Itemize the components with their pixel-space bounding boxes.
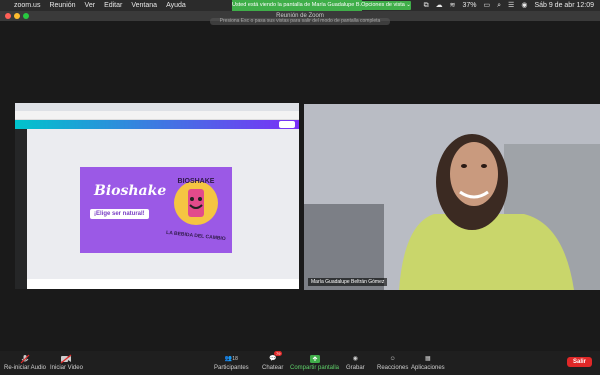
window-controls [5, 13, 29, 19]
reactions-button[interactable]: ☺ Reacciones [377, 353, 409, 372]
participant-image [304, 104, 600, 290]
cloud-icon[interactable]: ☁ [436, 0, 443, 11]
reactions-label: Reacciones [377, 365, 409, 371]
canva-editor: Bioshake ¡Elige ser natural! BIOSHAKE LA… [15, 129, 299, 289]
participant-name: María Guadalupe Beltrán Gómez [308, 278, 388, 286]
leave-button[interactable]: Salir [566, 357, 592, 367]
participants-button[interactable]: 👥 18 Participantes [214, 353, 249, 372]
zoom-window-button[interactable] [23, 13, 29, 19]
record-label: Grabar [346, 365, 365, 371]
chat-label: Chatear [262, 365, 284, 371]
record-button[interactable]: ◉ Grabar [346, 353, 365, 371]
browser-url-bar [15, 111, 299, 120]
minimize-window-button[interactable] [14, 13, 20, 19]
bioshake-logo-icon: BIOSHAKE [174, 178, 218, 225]
logo-text: BIOSHAKE [178, 178, 215, 185]
fullscreen-hint: Presiona Esc o pasa sus vistas para sali… [210, 18, 390, 25]
meeting-toolbar: Re-iniciar Audio Iniciar Video 👥 18 Parti… [0, 351, 600, 375]
browser-tabs [15, 103, 299, 111]
canva-header [15, 120, 299, 129]
menu-zoom-us[interactable]: zoom.us [14, 0, 40, 11]
menu-ver[interactable]: Ver [85, 0, 96, 11]
slide-tagline: ¡Elige ser natural! [90, 209, 149, 219]
slide-brand: Bioshake [94, 183, 167, 199]
sharing-banner: Usted está viendo la pantalla de María G… [232, 0, 362, 11]
audio-label: Re-iniciar Audio [4, 365, 47, 371]
canva-sidebar [15, 129, 27, 289]
battery-icon[interactable]: ▭ [484, 0, 491, 11]
screen-share-icon[interactable]: ⧉ [424, 0, 429, 11]
video-label: Iniciar Video [50, 365, 83, 371]
siri-icon[interactable]: ◉ [521, 0, 527, 11]
view-options-button[interactable]: Opciones de vista ⌄ [361, 1, 411, 10]
search-icon[interactable]: ⌕ [497, 0, 501, 11]
menu-ventana[interactable]: Ventana [131, 0, 157, 11]
presentation-slide: Bioshake ¡Elige ser natural! BIOSHAKE LA… [80, 167, 232, 253]
video-button[interactable]: Iniciar Video [50, 353, 83, 371]
share-screen-icon [309, 353, 320, 364]
reactions-icon: ☺ [389, 355, 396, 362]
chat-icon: 💬 [268, 356, 277, 362]
battery-percent: 37% [462, 2, 477, 9]
share-screen-label: Compartir pantalla [290, 365, 340, 371]
slide-subtitle: LA BEBIDA DEL CAMBIO [165, 229, 226, 243]
apps-label: Aplicaciones [411, 365, 445, 371]
participants-icon: 👥 18 [224, 355, 238, 363]
control-center-icon[interactable]: ☰ [508, 0, 514, 11]
record-icon: ◉ [352, 356, 358, 362]
participant-video[interactable]: María Guadalupe Beltrán Gómez [304, 104, 600, 290]
menu-editar[interactable]: Editar [104, 0, 122, 11]
chat-button[interactable]: 💬 Chatear [262, 353, 283, 371]
wifi-icon[interactable]: ≋ [450, 0, 456, 11]
menu-ayuda[interactable]: Ayuda [166, 0, 186, 11]
apps-icon: ▦ [425, 356, 431, 362]
shared-screen[interactable]: Bioshake ¡Elige ser natural! BIOSHAKE LA… [15, 103, 299, 289]
datetime[interactable]: Sáb 9 de abr 12:09 [534, 0, 594, 11]
apps-button[interactable]: ▦ Aplicaciones [411, 353, 445, 371]
close-window-button[interactable] [5, 13, 11, 19]
meeting-stage: Presiona Esc o pasa sus vistas para sali… [0, 18, 600, 351]
canva-share-button [279, 121, 295, 128]
share-screen-button[interactable]: Compartir pantalla [290, 353, 339, 371]
audio-button[interactable]: Re-iniciar Audio [4, 353, 46, 371]
menu-reunion[interactable]: Reunión [49, 0, 75, 11]
mic-muted-icon [20, 353, 30, 364]
participants-count: 18 [232, 355, 238, 362]
participants-label: Participantes [214, 365, 249, 371]
video-off-icon [60, 353, 72, 364]
